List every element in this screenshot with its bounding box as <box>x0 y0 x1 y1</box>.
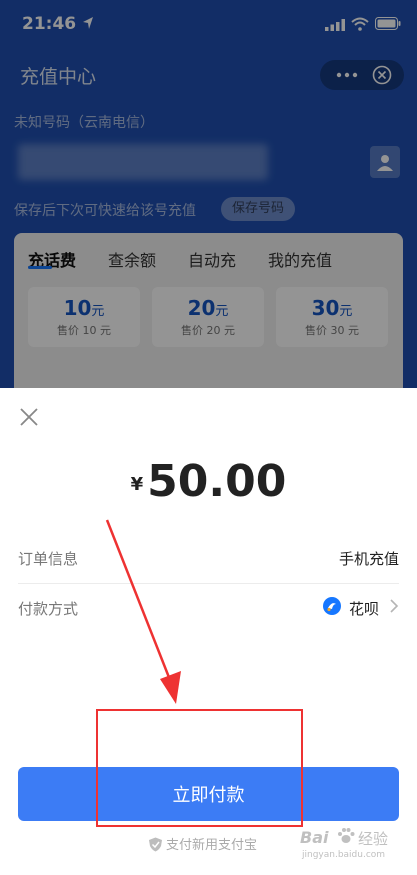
currency-symbol: ¥ <box>130 474 144 495</box>
payment-amount: ¥50.00 <box>0 456 417 507</box>
watermark-brand: Bai <box>300 828 329 847</box>
paw-icon <box>338 828 355 843</box>
chevron-right-icon <box>390 599 399 613</box>
payment-method-selector[interactable]: 花呗 <box>299 594 399 624</box>
huabei-icon <box>323 597 341 615</box>
footer-slogan: 支付新用支付宝 <box>148 834 257 854</box>
method-value: 花呗 <box>348 600 379 618</box>
payment-method-row[interactable]: 付款方式 花呗 <box>18 584 399 634</box>
watermark-brand2: 经验 <box>358 830 389 848</box>
watermark: Bai 经验 jingyan.baidu.com <box>300 828 410 868</box>
method-label: 付款方式 <box>18 600 79 618</box>
annotation-highlight-box <box>96 709 303 827</box>
order-label: 订单信息 <box>18 550 79 568</box>
close-icon[interactable] <box>18 406 40 428</box>
order-value: 手机充值 <box>338 550 399 568</box>
modal-overlay[interactable] <box>0 0 417 390</box>
shield-icon <box>149 837 162 852</box>
order-info-row: 订单信息 手机充值 <box>18 534 399 584</box>
footer-text: 支付新用支付宝 <box>166 838 258 853</box>
watermark-url: jingyan.baidu.com <box>302 850 386 860</box>
amount-value: 50.00 <box>147 456 287 507</box>
